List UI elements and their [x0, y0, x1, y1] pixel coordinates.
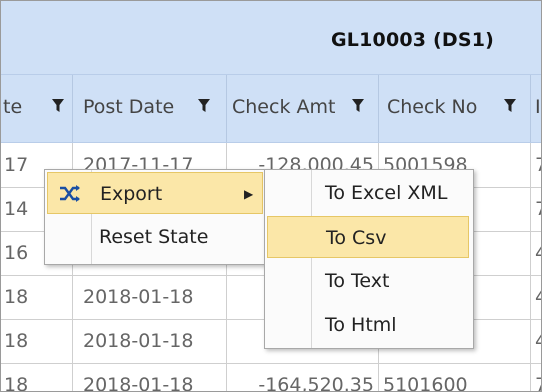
column-header-check-amt[interactable]: Check Amt [227, 75, 379, 142]
group-title: GL10003 (DS1) [331, 29, 495, 51]
menu-item-label: To Html [325, 314, 397, 336]
table-cell: 4 [531, 231, 541, 275]
filter-icon[interactable] [51, 97, 65, 115]
export-submenu: To Excel XML To Csv To Text To Html [264, 169, 474, 349]
submenu-arrow-icon: ▶ [244, 187, 254, 201]
column-header-label: te [3, 96, 23, 118]
submenu-item-to-html[interactable]: To Html [267, 304, 469, 346]
menu-item-label: Reset State [99, 226, 209, 248]
table-cell: 4 [531, 319, 541, 363]
menu-item-reset-state[interactable]: Reset State [47, 216, 263, 258]
table-cell: 5101600 [379, 363, 531, 391]
column-header-post-date[interactable]: Post Date [73, 75, 227, 142]
column-header-label: Check No [387, 96, 478, 118]
submenu-item-to-text[interactable]: To Text [267, 260, 469, 302]
column-header-label: Check Amt [232, 96, 336, 118]
filter-icon[interactable] [351, 97, 365, 115]
filter-icon[interactable] [197, 97, 211, 115]
column-header-label: Post Date [83, 96, 175, 118]
table-cell: 7 [531, 363, 541, 391]
group-header-band: GL10003 (DS1) [1, 1, 541, 75]
table-cell: 2018-01-18 [73, 363, 227, 391]
table-cell: 18 [1, 275, 73, 319]
menu-item-label: To Text [325, 270, 390, 292]
grid-frame: GL10003 (DS1) te Post Date Check Amt Che… [0, 0, 542, 392]
export-shuffle-icon [60, 185, 80, 202]
column-header-row: te Post Date Check Amt Check No I [1, 75, 541, 143]
table-cell: 2018-01-18 [73, 275, 227, 319]
column-header-check-no[interactable]: Check No [379, 75, 531, 142]
table-cell: 2018-01-18 [73, 319, 227, 363]
table-cell: 18 [1, 319, 73, 363]
table-cell: 7 [531, 143, 541, 187]
column-header-date[interactable]: te [1, 75, 73, 142]
menu-item-export[interactable]: Export ▶ [47, 172, 263, 214]
table-cell: 18 [1, 363, 73, 391]
menu-item-label: Export [100, 183, 163, 205]
column-header-next[interactable]: I [531, 75, 541, 142]
submenu-item-to-excel-xml[interactable]: To Excel XML [267, 172, 469, 214]
column-header-label: I [535, 96, 541, 118]
submenu-item-to-csv[interactable]: To Csv [267, 216, 469, 258]
table-cell: 7 [531, 187, 541, 231]
table-row[interactable]: 18 2018-01-18 -164,520.35 5101600 7 [1, 363, 541, 391]
table-cell: -164,520.35 [227, 363, 379, 391]
filter-icon[interactable] [503, 97, 517, 115]
menu-item-label: To Csv [326, 227, 387, 249]
table-cell: 4 [531, 275, 541, 319]
context-menu: Export ▶ Reset State [44, 169, 268, 265]
menu-item-label: To Excel XML [325, 182, 448, 204]
